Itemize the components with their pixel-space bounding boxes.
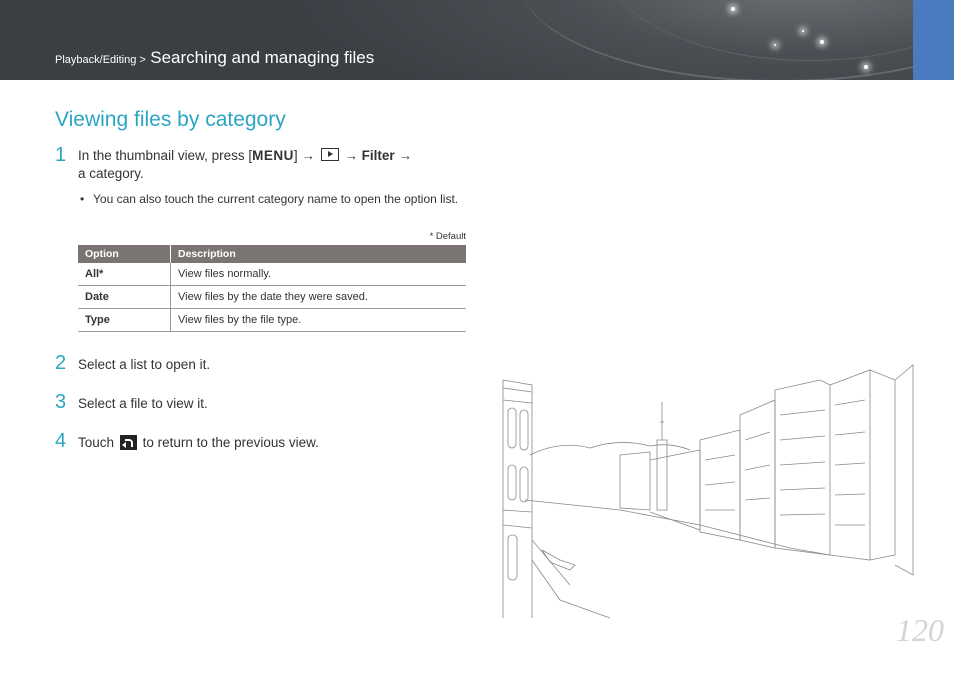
section-title: Viewing files by category (55, 108, 286, 131)
tip-text: You can also touch the current category … (93, 192, 459, 206)
page-number: 120 (896, 612, 944, 648)
window (507, 464, 517, 501)
table-row: All* View files normally. (78, 263, 466, 286)
building-right (894, 364, 914, 576)
step-text-part: a category. (78, 166, 144, 181)
step-text-part: In the thumbnail view, press [ (78, 148, 253, 163)
step-number: 2 (55, 352, 67, 374)
page-header: Playback/Editing > Searching and managin… (0, 0, 954, 80)
window (507, 407, 517, 449)
sparkle-icon (802, 30, 804, 32)
hill-line (529, 442, 691, 456)
table-row: Type View files by the file type. (78, 308, 466, 332)
building-right (774, 379, 831, 556)
menu-button-icon: MENU (252, 148, 294, 163)
filter-label: Filter (361, 148, 395, 163)
boat (541, 549, 576, 571)
column-header: Description (170, 245, 466, 263)
embankment (531, 539, 611, 619)
sparkle-icon (731, 7, 735, 11)
window (507, 534, 518, 581)
description-cell: View files by the date they were saved. (170, 285, 466, 309)
playback-icon (320, 148, 339, 161)
building-middle (649, 449, 701, 531)
table-header-row: Option Description (78, 245, 466, 263)
bullet-icon: • (80, 192, 85, 206)
building-middle (619, 451, 651, 511)
building-left-lines (502, 387, 533, 529)
options-table: Option Description All* View files norma… (78, 245, 466, 332)
step-text: Select a file to view it. (78, 396, 208, 411)
description-cell: View files normally. (170, 263, 466, 286)
sparkle-icon (820, 40, 824, 44)
window (519, 409, 529, 451)
bell-tower (656, 420, 668, 511)
table-row: Date View files by the date they were sa… (78, 285, 466, 309)
step-text: Select a list to open it. (78, 357, 211, 372)
step-text: In the thumbnail view, press [MENU] → → … (78, 147, 468, 183)
option-cell: Type (78, 308, 171, 332)
step-number: 1 (55, 144, 67, 166)
chapter-tab[interactable] (913, 0, 954, 80)
canal-city-illustration (502, 364, 914, 619)
breadcrumb-prefix[interactable]: Playback/Editing > (55, 54, 146, 66)
building-right (869, 369, 896, 561)
step-number: 3 (55, 391, 67, 413)
option-cell: Date (78, 285, 171, 309)
step-number: 4 (55, 430, 67, 452)
floor-lines (779, 399, 866, 526)
step-text-part: to return to the previous view. (142, 435, 319, 450)
back-icon (119, 435, 137, 450)
arrow: → (344, 148, 358, 163)
waterline (524, 499, 831, 556)
description-cell: View files by the file type. (170, 308, 466, 332)
sparkle-icon (774, 44, 776, 46)
step-text-part: Touch (78, 435, 115, 450)
breadcrumb: Playback/Editing > Searching and managin… (55, 48, 374, 68)
arrow: → (398, 148, 412, 163)
breadcrumb-title: Searching and managing files (150, 48, 375, 67)
window (519, 466, 529, 503)
column-header: Option (78, 245, 171, 263)
sparkle-icon (864, 65, 868, 69)
step-text-part: ] → (293, 148, 315, 163)
building-right (739, 399, 776, 549)
option-cell: All* (78, 263, 171, 286)
default-note: * Default (429, 231, 466, 242)
tip-bullet: • You can also touch the current categor… (80, 191, 460, 208)
step-text: Touch to return to the previous view. (78, 434, 319, 452)
floor-lines (704, 431, 771, 511)
